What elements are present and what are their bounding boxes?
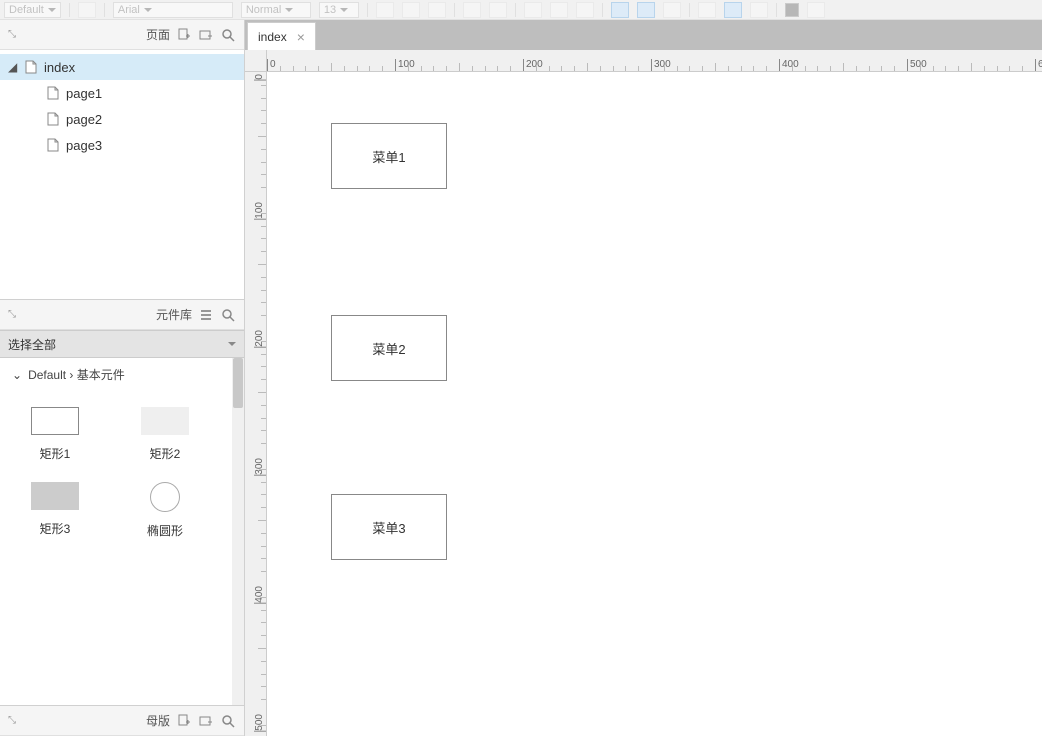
size-select[interactable]: 13	[319, 2, 359, 18]
chevron-down-icon: ⌄	[12, 368, 22, 382]
page-tree-item[interactable]: page3	[0, 132, 244, 158]
italic-icon[interactable]	[402, 2, 420, 18]
align-btn[interactable]	[576, 2, 594, 18]
widget-item[interactable]: 矩形1	[0, 397, 110, 472]
font-select[interactable]: Arial	[113, 2, 233, 18]
sidebar: ⤡ 页面 ◢ index page1 page2 page3	[0, 20, 245, 736]
masters-panel-header: ⤡ 母版	[0, 706, 244, 736]
widgets-panel-header: ⤡ 元件库	[0, 300, 244, 330]
search-icon[interactable]	[220, 27, 236, 43]
page-icon	[46, 86, 60, 100]
add-folder-icon[interactable]	[198, 27, 214, 43]
weight-select[interactable]: Normal	[241, 2, 311, 18]
widget-shape-icon	[150, 482, 180, 512]
valign-top-icon[interactable]	[698, 2, 716, 18]
widgets-scrollbar[interactable]	[232, 358, 244, 705]
pages-panel: ⤡ 页面 ◢ index page1 page2 page3	[0, 20, 244, 300]
page-tree-item[interactable]: ◢ index	[0, 54, 244, 80]
widget-shape-icon	[31, 407, 79, 435]
canvas[interactable]: 菜单1 菜单2 菜单3	[267, 72, 1042, 736]
masters-title: 母版	[146, 712, 170, 729]
chevron-down-icon	[228, 342, 236, 350]
widget-item[interactable]: 椭圆形	[110, 472, 220, 549]
search-icon[interactable]	[220, 713, 236, 729]
widget-shape-icon	[141, 407, 189, 435]
page-label: page1	[66, 86, 102, 101]
page-label: page3	[66, 138, 102, 153]
pages-panel-header: ⤡ 页面	[0, 20, 244, 50]
masters-panel: ⤡ 母版	[0, 706, 244, 736]
popout-icon[interactable]: ⤡	[8, 29, 16, 40]
add-folder-icon[interactable]	[198, 713, 214, 729]
widgets-library-select[interactable]: 选择全部	[0, 330, 244, 358]
menu-icon[interactable]	[198, 307, 214, 323]
pages-title: 页面	[146, 26, 170, 43]
bold-icon[interactable]	[376, 2, 394, 18]
widgets-title: 元件库	[156, 306, 192, 323]
border-icon[interactable]	[807, 2, 825, 18]
add-page-icon[interactable]	[176, 27, 192, 43]
ruler-horizontal[interactable]: 0100200300400500600	[267, 50, 1042, 72]
widget-label: 矩形1	[40, 445, 71, 462]
page-icon	[46, 138, 60, 152]
page-tree-item[interactable]: page1	[0, 80, 244, 106]
page-tree-item[interactable]: page2	[0, 106, 244, 132]
canvas-shape[interactable]: 菜单1	[331, 123, 447, 189]
align-center-icon[interactable]	[637, 2, 655, 18]
widget-item[interactable]: 矩形3	[0, 472, 110, 549]
widgets-section-header[interactable]: ⌄ Default › 基本元件	[0, 358, 244, 391]
tab-bar: index ×	[245, 20, 1042, 50]
align-left-icon[interactable]	[611, 2, 629, 18]
line-icon[interactable]	[78, 2, 96, 18]
ruler-corner	[245, 50, 267, 72]
page-label: page2	[66, 112, 102, 127]
style-select[interactable]: Default	[4, 2, 61, 18]
add-master-icon[interactable]	[176, 713, 192, 729]
expand-arrow-icon[interactable]: ◢	[8, 60, 18, 74]
fill-color-icon[interactable]	[785, 3, 799, 17]
page-icon	[46, 112, 60, 126]
popout-icon[interactable]: ⤡	[8, 309, 16, 320]
pages-tree: ◢ index page1 page2 page3	[0, 50, 244, 299]
top-toolbar: Default Arial Normal 13	[0, 0, 1042, 20]
align-btn[interactable]	[524, 2, 542, 18]
widget-label: 椭圆形	[147, 522, 183, 539]
ruler-vertical[interactable]: 0100200300400500	[245, 72, 267, 736]
search-icon[interactable]	[220, 307, 236, 323]
bullets-icon[interactable]	[489, 2, 507, 18]
align-btn[interactable]	[550, 2, 568, 18]
widget-label: 矩形2	[150, 445, 181, 462]
close-icon[interactable]: ×	[297, 29, 305, 45]
page-icon	[24, 60, 38, 74]
widget-label: 矩形3	[40, 520, 71, 537]
widget-shape-icon	[31, 482, 79, 510]
widget-item[interactable]: 矩形2	[110, 397, 220, 472]
tab-index[interactable]: index ×	[247, 22, 316, 50]
widgets-panel: ⤡ 元件库 选择全部 ⌄ Default › 基本元件	[0, 300, 244, 706]
align-right-icon[interactable]	[663, 2, 681, 18]
canvas-shape[interactable]: 菜单2	[331, 315, 447, 381]
canvas-shape[interactable]: 菜单3	[331, 494, 447, 560]
underline-icon[interactable]	[428, 2, 446, 18]
popout-icon[interactable]: ⤡	[8, 715, 16, 726]
canvas-area: index × 0100200300400500600 010020030040…	[245, 20, 1042, 736]
valign-mid-icon[interactable]	[724, 2, 742, 18]
page-label: index	[44, 60, 75, 75]
valign-bot-icon[interactable]	[750, 2, 768, 18]
text-color-icon[interactable]	[463, 2, 481, 18]
